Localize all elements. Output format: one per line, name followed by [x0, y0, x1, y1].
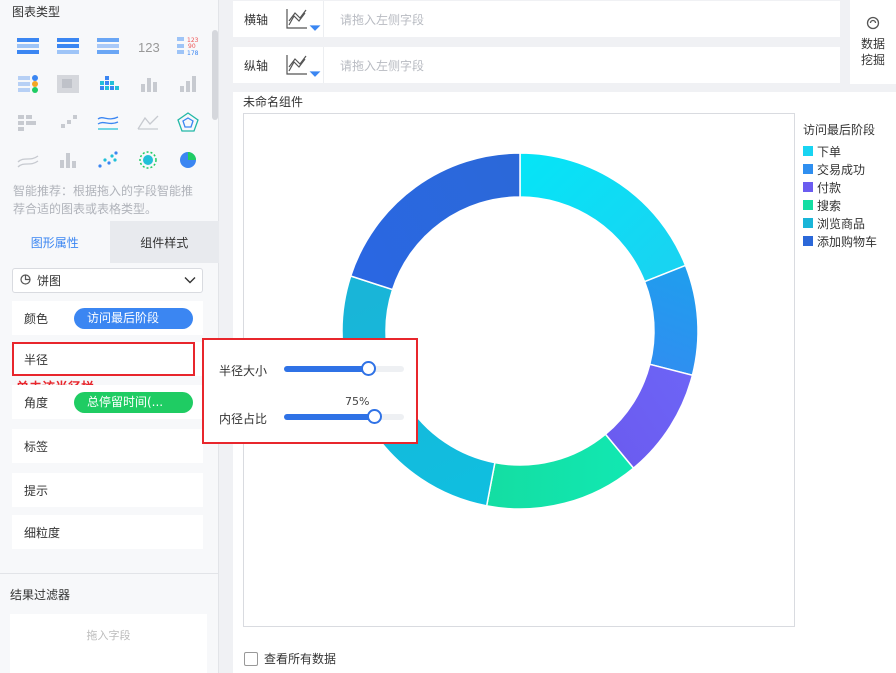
chart-type-select[interactable]: 饼图 — [12, 268, 203, 293]
legend-item[interactable]: 添加购物车 — [803, 232, 877, 250]
inner-slider-handle[interactable] — [366, 409, 382, 424]
donut-slice-1[interactable] — [519, 152, 687, 283]
legend-label: 添加购物车 — [817, 234, 878, 249]
legend-item[interactable]: 交易成功 — [803, 160, 877, 178]
pie-chart-icon — [20, 273, 31, 288]
bubble-chart-icon[interactable] — [136, 150, 160, 170]
legend-item[interactable]: 搜索 — [803, 196, 877, 214]
x-axis-label: 横轴 — [244, 12, 269, 27]
y-axis-label: 纵轴 — [244, 58, 269, 73]
property-tabs: 图形属性 组件样式 — [0, 221, 219, 263]
smart-recommend-hint: 智能推荐：根据拖入的字段智能推荐合适的图表或表格类型。 — [13, 184, 194, 216]
radius-size-slider[interactable] — [284, 361, 404, 376]
donut-slice-2[interactable] — [643, 264, 699, 377]
x-axis-drop-placeholder[interactable]: 请拖入左侧字段 — [324, 11, 424, 28]
chart-legend: 访问最后阶段 下单 交易成功 付款 搜索 浏览商品 添加购物车 — [803, 121, 877, 250]
legend-title: 访问最后阶段 — [803, 123, 876, 137]
y-axis-drop-placeholder[interactable]: 请拖入左侧字段 — [324, 57, 424, 74]
dot-matrix-icon[interactable] — [96, 74, 120, 94]
color-property-label: 颜色 — [24, 311, 49, 326]
legend-swatch — [803, 164, 813, 174]
tab-component-style[interactable]: 组件样式 — [109, 221, 219, 263]
radius-slider-fill — [284, 366, 368, 372]
result-filter-title: 结果过滤器 — [10, 588, 71, 602]
donut-slice-6[interactable] — [349, 152, 521, 291]
tab-shape-properties[interactable]: 图形属性 — [0, 221, 110, 263]
pie-chart-icon[interactable] — [176, 150, 200, 170]
legend-label: 交易成功 — [817, 162, 866, 177]
list-dot-icon[interactable] — [16, 74, 40, 94]
granularity-property-label: 细粒度 — [24, 525, 61, 540]
cross-table-icon[interactable] — [96, 36, 120, 56]
radius-size-label: 半径大小 — [219, 364, 268, 378]
angle-property-label: 角度 — [24, 395, 49, 410]
color-field-pill[interactable]: 访问最后阶段 — [74, 307, 193, 329]
radius-slider-handle[interactable] — [360, 361, 376, 376]
table-icon[interactable] — [16, 36, 40, 56]
inner-slider-fill — [284, 414, 374, 420]
data-mining-icon — [866, 16, 880, 33]
legend-item[interactable]: 付款 — [803, 178, 877, 196]
chart-type-scrollbar[interactable] — [212, 30, 218, 120]
column-chart-icon[interactable] — [176, 74, 200, 94]
view-all-data-toggle[interactable]: 查看所有数据 — [244, 650, 336, 667]
radar-chart-icon[interactable] — [176, 112, 200, 132]
tooltip-property-label: 提示 — [24, 483, 49, 498]
left-panel: 图表类型 123 123 90 178 智能推荐：根据拖入的字段智能推荐合适的图… — [0, 0, 219, 673]
filter-drop-field[interactable]: 拖入字段 — [10, 614, 207, 673]
area-chart-icon[interactable] — [136, 112, 160, 132]
legend-label: 浏览商品 — [817, 216, 866, 231]
legend-item[interactable]: 下单 — [803, 142, 877, 160]
chart-type-select-value: 饼图 — [37, 274, 62, 288]
svg-text:123: 123 — [138, 40, 160, 55]
section-divider — [0, 573, 219, 574]
scatter-plot-icon[interactable] — [96, 150, 120, 170]
label-property-label: 标签 — [24, 439, 49, 454]
inner-ratio-value: 75% — [345, 395, 370, 408]
view-all-label: 查看所有数据 — [264, 652, 337, 666]
legend-item[interactable]: 浏览商品 — [803, 214, 877, 232]
color-property-row[interactable]: 颜色 访问最后阶段 — [12, 301, 203, 335]
data-mining-button[interactable]: 数据挖掘 — [850, 0, 896, 84]
granularity-property-row[interactable]: 细粒度 — [12, 515, 203, 549]
svg-text:178: 178 — [187, 50, 199, 56]
bar-range-icon[interactable] — [56, 150, 80, 170]
radius-highlight-box — [12, 342, 195, 376]
stacked-bar-icon[interactable] — [16, 112, 40, 132]
chevron-down-icon — [184, 274, 196, 289]
angle-field-pill[interactable]: 总停留时间(... — [74, 391, 193, 413]
donut-slice-4[interactable] — [485, 433, 635, 510]
inner-ratio-label: 内径占比 — [219, 412, 268, 426]
legend-label: 付款 — [817, 180, 842, 195]
bar-chart-icon[interactable] — [136, 74, 160, 94]
heatmap-icon[interactable] — [56, 74, 80, 94]
view-all-checkbox[interactable] — [244, 651, 258, 666]
chart-type-title: 图表类型 — [12, 5, 61, 19]
legend-swatch — [803, 236, 813, 246]
angle-property-row[interactable]: 角度 总停留时间(... — [12, 385, 203, 419]
legend-swatch — [803, 200, 813, 210]
grouped-table-icon[interactable] — [56, 36, 80, 56]
legend-swatch — [803, 146, 813, 156]
y-axis-row: 纵轴 请拖入左侧字段 — [233, 47, 840, 83]
svg-text:90: 90 — [188, 43, 196, 50]
tooltip-property-row[interactable]: 提示 — [12, 473, 203, 507]
legend-label: 搜索 — [817, 198, 842, 213]
line-chart-axis-icon[interactable] — [281, 1, 323, 37]
inner-ratio-slider[interactable] — [284, 409, 404, 424]
label-property-row[interactable]: 标签 — [12, 429, 203, 463]
line-chart-axis-icon[interactable] — [281, 47, 323, 83]
stacked-area-icon[interactable] — [16, 150, 40, 170]
legend-label: 下单 — [817, 144, 842, 159]
legend-swatch — [803, 182, 813, 192]
line-chart-icon[interactable] — [96, 112, 120, 132]
component-title[interactable]: 未命名组件 — [243, 93, 303, 110]
data-mining-label: 数据挖掘 — [860, 37, 885, 67]
radius-settings-popup: 半径大小 75% 内径占比 — [202, 338, 418, 444]
scatter-steps-icon[interactable] — [56, 112, 80, 132]
kpi-card-icon[interactable]: 123 90 178 — [176, 36, 200, 56]
number-icon[interactable]: 123 — [136, 36, 160, 56]
legend-swatch — [803, 218, 813, 228]
x-axis-row: 横轴 请拖入左侧字段 — [233, 1, 840, 37]
